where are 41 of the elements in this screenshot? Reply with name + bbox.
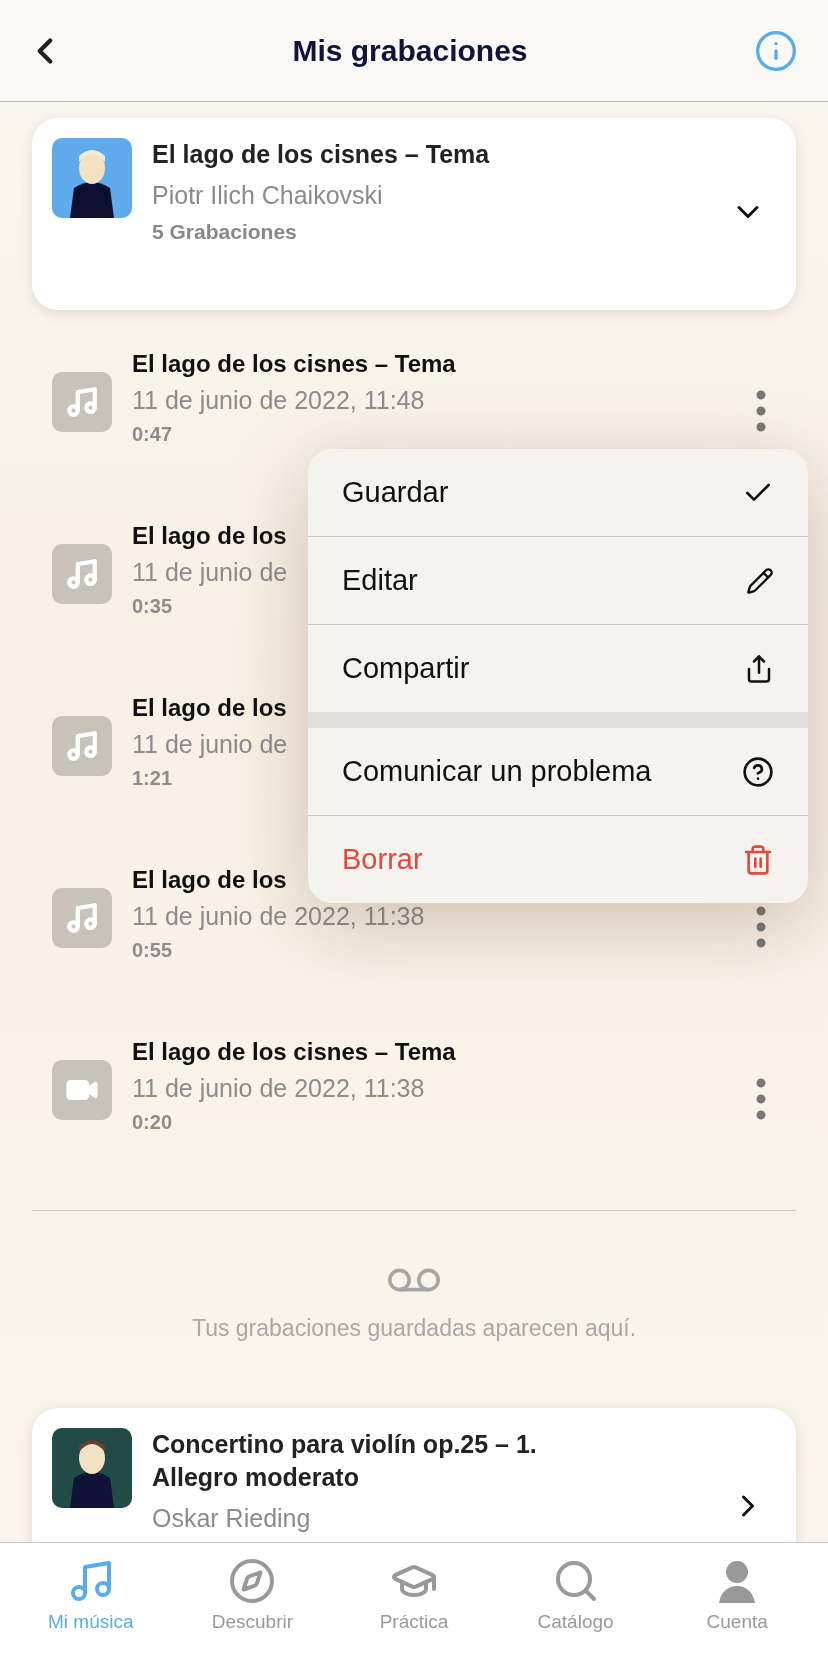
menu-item[interactable]: Compartir [308,624,808,712]
recording-duration: 0:20 [132,1111,173,1134]
composer-name: Oskar Rieding [152,1504,312,1533]
recording-count: 5 Grabaciones [152,220,298,244]
recording-title: El lago de los cisnes – Tema [132,1038,456,1066]
menu-item[interactable]: Guardar [308,449,808,536]
menu-item[interactable]: Comunicar un problema [308,728,808,815]
music-note-icon [65,557,99,591]
recording-date: 11 de junio de 2022, 11:38 [132,902,425,931]
recording-duration: 1:21 [132,767,173,790]
music-note-icon [65,901,99,935]
recording-date: 11 de junio de [132,558,288,587]
recording-date: 11 de junio de 2022, 11:48 [132,386,425,415]
piece-card[interactable]: Concertino para violín op.25 – 1. Allegro moderato Oskar Rieding [32,1408,796,1542]
composer-name: Piotr Ilich Chaikovski [152,181,384,210]
menu-item[interactable]: Editar [308,536,808,624]
piece-title: Concertino para violín op.25 – 1. Allegro moderato [152,1429,538,1493]
more-button[interactable] [756,390,766,432]
info-icon [754,28,798,73]
music-note-icon [65,385,99,419]
recording-title: El lago de los [132,694,287,722]
more-button[interactable] [756,1078,766,1120]
recording-title: El lago de los [132,522,287,550]
empty-message: Tus grabaciones guardadas aparecen aquí. [191,1315,637,1342]
trash-icon [742,843,774,876]
piece-title: El lago de los cisnes – Tema [152,139,491,170]
more-button[interactable] [756,906,766,948]
recording-title: El lago de los [132,866,287,894]
recording-title: El lago de los cisnes – Tema [132,350,456,378]
page-title: Mis grabaciones [292,33,528,68]
compass-icon [228,1557,277,1605]
music-note-icon [65,729,99,763]
question-icon [742,755,774,788]
pencil-icon [746,566,774,595]
piece-card[interactable]: El lago de los cisnes – Tema Piotr Ilich Chaikovski 5 Grabaciones [32,118,796,310]
recording-date: 11 de junio de [132,730,288,759]
recording-duration: 0:47 [132,423,173,446]
menu-item[interactable]: Borrar [308,815,808,903]
recording-duration: 0:35 [132,595,173,618]
recording-duration: 0:55 [132,939,173,962]
recording-date: 11 de junio de 2022, 11:38 [132,1074,425,1103]
